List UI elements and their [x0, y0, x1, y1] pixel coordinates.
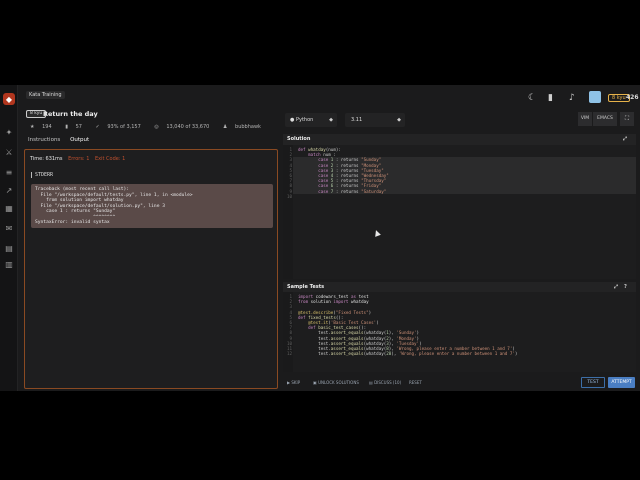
- satisfaction-stat: ✓ 93% of 3,157: [95, 124, 141, 130]
- expand-icon[interactable]: ⤢: [623, 134, 627, 145]
- help-icon[interactable]: ?: [624, 282, 627, 292]
- thumb-icon: ✓: [95, 124, 100, 130]
- user-icon: ♟: [222, 124, 228, 130]
- train-icon[interactable]: ≡: [4, 167, 14, 177]
- skip-button[interactable]: ▶ SKIP: [287, 380, 300, 385]
- tab-output[interactable]: Output: [70, 137, 89, 143]
- bookmark-icon: ▮: [65, 124, 68, 130]
- top-bar: ☾ ▮ ♪ 8 kyu 426: [18, 85, 640, 109]
- kata-title: Return the day: [43, 110, 98, 118]
- kata-training-tag: Kata Training: [26, 91, 65, 99]
- dropdown-icon: ◆: [329, 117, 333, 123]
- completed-stat: ◎ 13,040 of 33,670: [154, 124, 210, 130]
- avatar[interactable]: [589, 91, 601, 103]
- python-icon: ●: [290, 117, 295, 123]
- code-line: 9 case 7 : returns "Saturday": [283, 188, 636, 194]
- moon-icon[interactable]: ☾: [528, 93, 536, 103]
- solution-editor[interactable]: 1 def whatday(num): 2 match num : 3 case …: [283, 145, 636, 279]
- leaderboard-icon[interactable]: ↗: [4, 185, 14, 195]
- lock-icon: ▣: [313, 380, 317, 385]
- codewars-logo-icon[interactable]: ◆: [3, 93, 15, 105]
- dropdown-icon: ◆: [397, 117, 401, 123]
- result-summary: Time: 631ms Errors: 1 Exit Code: 1: [30, 156, 125, 162]
- kumite-icon[interactable]: ▦: [4, 203, 14, 213]
- codewars-trainer: ◆ ✦ ⚔ ≡ ↗ ▦ ✉ ▤ ▥ ☾ ▮ ♪ 8 kyu 426 Kata T…: [0, 85, 640, 391]
- vim-button[interactable]: VIM: [578, 112, 592, 126]
- stderr-label: STDERR: [31, 172, 53, 178]
- practice-icon[interactable]: ⚔: [4, 147, 14, 157]
- language-select[interactable]: ● Python ◆: [285, 113, 337, 127]
- bell-icon[interactable]: ♪: [569, 93, 575, 103]
- comment-icon: ▤: [369, 380, 373, 385]
- author-stat[interactable]: ♟ bubbhawk: [223, 124, 267, 130]
- test-button[interactable]: TEST: [581, 377, 605, 388]
- sample-tests-header: Sample Tests ⤢ ?: [283, 282, 636, 292]
- discuss-button[interactable]: ▤ DISCUSS (10): [369, 380, 401, 385]
- star-icon: ★: [30, 124, 35, 130]
- run-time: Time: 631ms: [30, 156, 63, 162]
- emacs-button[interactable]: EMACS: [593, 112, 617, 126]
- dojo-icon[interactable]: ✦: [4, 127, 14, 137]
- reset-button[interactable]: RESET: [409, 380, 422, 385]
- honor-count: 426: [626, 94, 639, 101]
- votes-stat[interactable]: ▮ 57: [65, 124, 88, 130]
- errors-count: Errors: 1: [68, 156, 90, 162]
- version-select[interactable]: 3.11 ◆: [345, 113, 405, 127]
- tab-instructions[interactable]: Instructions: [28, 137, 60, 143]
- stars-stat[interactable]: ★ 194: [30, 124, 58, 130]
- skip-icon: ▶: [287, 380, 291, 385]
- exit-code: Exit Code: 1: [94, 156, 126, 162]
- people-icon: ◎: [154, 124, 159, 130]
- discuss-icon[interactable]: ✉: [4, 223, 14, 233]
- traceback-output: Traceback (most recent call last): File …: [31, 184, 273, 228]
- left-rail: ◆ ✦ ⚔ ≡ ↗ ▦ ✉ ▤ ▥: [0, 85, 18, 391]
- attempt-button[interactable]: ATTEMPT: [608, 377, 635, 388]
- expand-icon[interactable]: ⤢: [614, 282, 618, 292]
- unlock-solutions-button[interactable]: ▣ UNLOCK SOLUTIONS: [313, 380, 359, 385]
- blog-icon[interactable]: ▥: [4, 259, 14, 269]
- left-tabs: Instructions Output: [28, 137, 97, 143]
- kata-stats: ★ 194 ▮ 57 ✓ 93% of 3,157 ◎ 13,040 of 33…: [30, 124, 273, 130]
- fullscreen-icon[interactable]: ⛶: [620, 112, 634, 126]
- bottom-bar: ▶ SKIP ▣ UNLOCK SOLUTIONS ▤ DISCUSS (10)…: [283, 376, 636, 389]
- sample-tests-editor[interactable]: 1 import codewars_test as test 2 from solu…: [283, 292, 636, 372]
- bookmark-icon[interactable]: ▮: [548, 93, 553, 103]
- output-panel: Time: 631ms Errors: 1 Exit Code: 1 STDER…: [24, 149, 278, 389]
- docs-icon[interactable]: ▤: [4, 243, 14, 253]
- solution-header: Solution ⤢: [283, 134, 636, 145]
